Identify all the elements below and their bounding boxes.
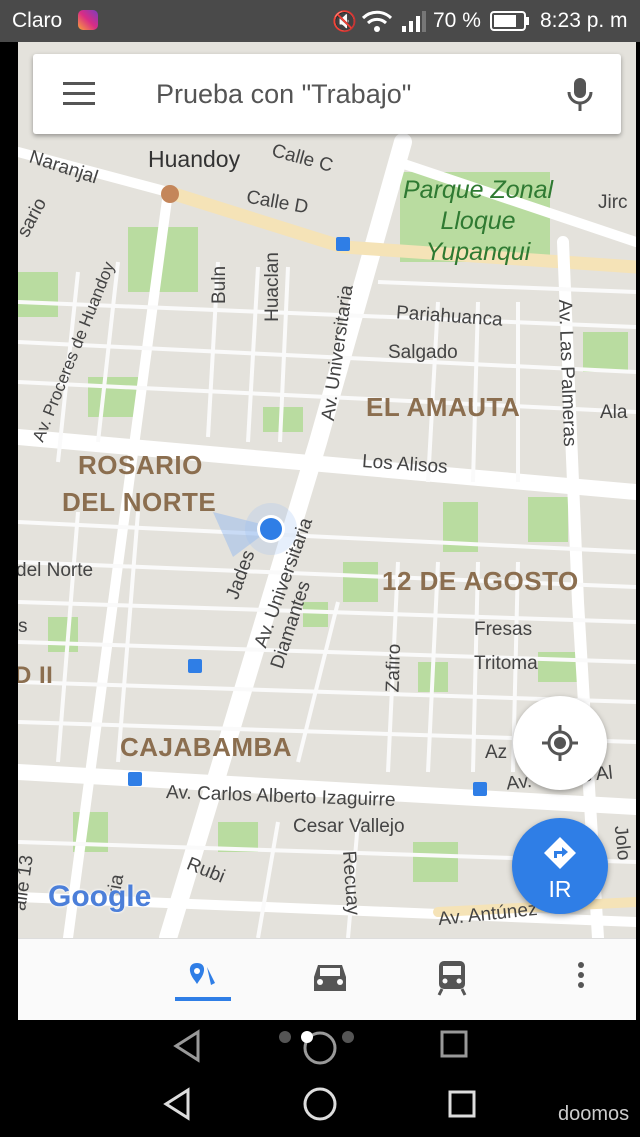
street-label: Fresas bbox=[474, 619, 533, 640]
back-icon[interactable] bbox=[170, 1028, 206, 1064]
street-label: Cesar Vallejo bbox=[293, 816, 405, 837]
battery-icon bbox=[490, 11, 529, 31]
search-bar[interactable]: Prueba con "Trabajo" bbox=[33, 54, 621, 134]
explore-icon bbox=[175, 963, 231, 1001]
directions-icon bbox=[544, 837, 576, 869]
park-label-line: Parque Zonal bbox=[402, 176, 554, 204]
tab-driving[interactable] bbox=[300, 953, 360, 1003]
page-indicator bbox=[279, 1031, 354, 1043]
more-vert-icon bbox=[578, 962, 584, 988]
carrier-label: Claro bbox=[12, 9, 63, 32]
watermark: doomos bbox=[558, 1103, 630, 1125]
street-label: Az bbox=[485, 742, 508, 763]
street-label: Recuay bbox=[337, 850, 364, 916]
microphone-icon[interactable] bbox=[566, 76, 594, 114]
google-logo: Google bbox=[48, 880, 152, 913]
battery-percent: 70 % bbox=[433, 9, 481, 32]
recents-icon[interactable] bbox=[438, 1028, 472, 1062]
home-icon[interactable] bbox=[300, 1084, 340, 1124]
car-icon bbox=[314, 965, 346, 991]
my-location-button[interactable] bbox=[513, 696, 607, 790]
park-label-line: Lloque bbox=[440, 207, 516, 235]
street-label: Tritoma bbox=[474, 653, 538, 674]
mute-icon: 🔇 bbox=[332, 11, 357, 33]
street-label: Salgado bbox=[388, 342, 458, 363]
district-label: 12 DE AGOSTO bbox=[382, 566, 579, 596]
menu-icon[interactable] bbox=[63, 82, 95, 106]
recents-icon[interactable] bbox=[446, 1088, 480, 1122]
tab-more[interactable] bbox=[551, 953, 611, 1003]
search-input[interactable]: Prueba con "Trabajo" bbox=[156, 79, 411, 110]
back-icon[interactable] bbox=[160, 1086, 196, 1122]
street-label: s bbox=[18, 616, 28, 637]
bottom-tab-bar bbox=[18, 938, 636, 1021]
map-view[interactable]: Huandoy ROSARIO DEL NORTE EL AMAUTA 12 D… bbox=[18, 42, 636, 938]
district-label: Huandoy bbox=[148, 146, 241, 172]
tab-explore[interactable] bbox=[173, 953, 233, 1003]
district-label: CAJABAMBA bbox=[120, 732, 293, 762]
train-icon bbox=[437, 961, 467, 996]
street-label: del Norte bbox=[18, 560, 94, 581]
status-bar: Claro 🔇 70 % 8:23 p. m bbox=[0, 0, 640, 42]
crosshair-icon bbox=[542, 725, 578, 761]
system-nav-bar bbox=[0, 1020, 640, 1137]
signal-icon bbox=[402, 11, 426, 32]
park-label: Parque Zonal Lloque Yupanqui bbox=[388, 175, 568, 268]
clock: 8:23 p. m bbox=[540, 9, 628, 32]
district-label: ROSARIO bbox=[78, 450, 203, 480]
wifi-icon bbox=[361, 10, 393, 32]
district-label: DEL NORTE bbox=[62, 487, 217, 517]
street-label: Buln bbox=[209, 265, 231, 305]
street-label: Zafiro bbox=[382, 643, 406, 693]
street-label: Jolo bbox=[609, 824, 635, 862]
district-label: EL AMAUTA bbox=[366, 392, 521, 422]
street-label: Ala bbox=[600, 402, 628, 423]
directions-label: IR bbox=[548, 876, 572, 902]
instagram-icon bbox=[78, 10, 98, 30]
park-label-line: Yupanqui bbox=[425, 238, 531, 266]
directions-button[interactable]: IR bbox=[512, 818, 608, 914]
tab-transit[interactable] bbox=[422, 953, 482, 1003]
street-label: Jirc bbox=[598, 192, 628, 213]
district-label: D II bbox=[18, 662, 54, 689]
street-label: Huaclan bbox=[261, 252, 283, 322]
